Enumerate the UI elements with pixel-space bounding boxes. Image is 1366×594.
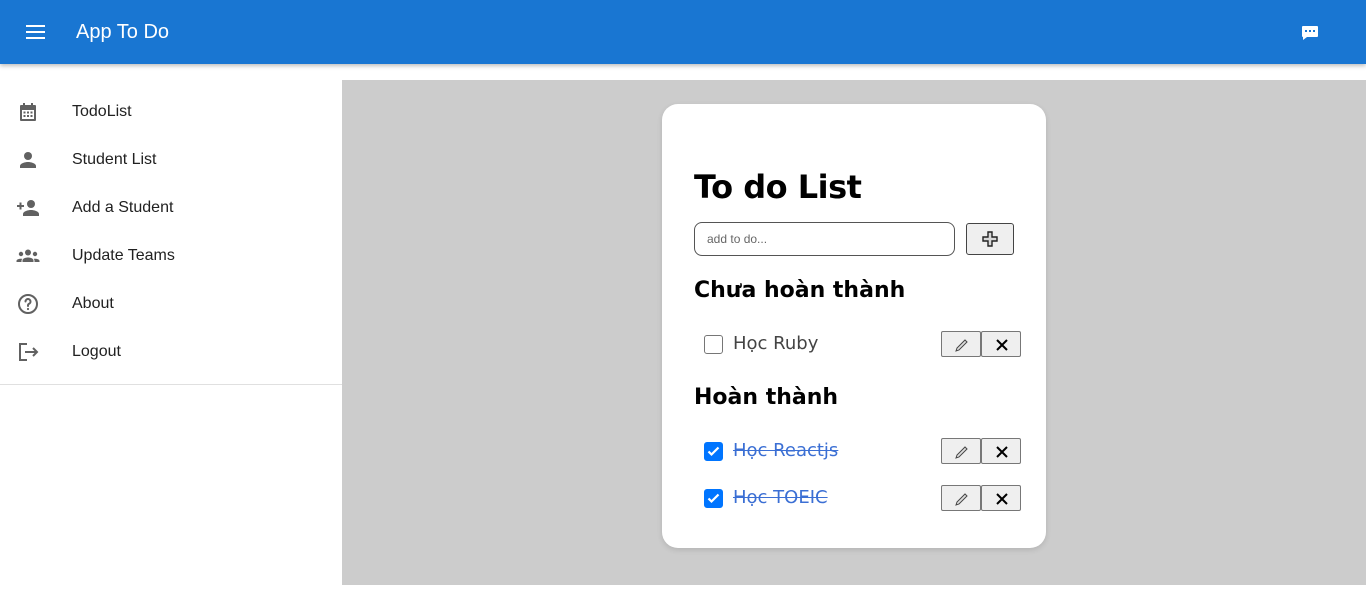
close-icon (996, 339, 1008, 351)
delete-button[interactable] (981, 331, 1021, 357)
close-icon (996, 446, 1008, 458)
pencil-icon (955, 339, 968, 352)
sidebar-item-label: Update Teams (72, 247, 175, 264)
sidebar-item-about[interactable]: About (0, 280, 342, 328)
sidebar-item-label: About (72, 295, 114, 312)
sidebar-item-logout[interactable]: Logout (0, 328, 342, 376)
pencil-icon (955, 493, 968, 506)
list-item: Học Ruby (694, 331, 1022, 359)
app-title: App To Do (76, 21, 170, 43)
chat-icon (1302, 26, 1318, 40)
complete-heading: Hoàn thành (694, 385, 839, 410)
list-item: Học TOEIC (694, 485, 1022, 513)
todo-text: Học Reactjs (733, 440, 839, 461)
person-add-icon (17, 200, 39, 216)
todo-checkbox[interactable] (704, 442, 723, 461)
todo-checkbox[interactable] (704, 335, 723, 354)
delete-button[interactable] (981, 438, 1021, 464)
close-icon (996, 493, 1008, 505)
list-item: Học Reactjs (694, 438, 1022, 466)
incomplete-heading: Chưa hoàn thành (694, 278, 906, 303)
person-icon (20, 152, 36, 168)
app-bar: App To Do (0, 0, 1366, 64)
add-todo-button[interactable] (966, 223, 1014, 255)
sidebar-item-add-student[interactable]: Add a Student (0, 184, 342, 232)
sidebar-item-label: Student List (72, 151, 157, 168)
sidebar-divider (0, 384, 342, 385)
sidebar-item-label: TodoList (72, 103, 132, 120)
sidebar-item-todolist[interactable]: TodoList (0, 88, 342, 136)
todo-input[interactable] (694, 222, 955, 256)
logout-icon (19, 343, 39, 361)
todo-checkbox[interactable] (704, 489, 723, 508)
sidebar-item-student-list[interactable]: Student List (0, 136, 342, 184)
sidebar: TodoList Student List Add a Student Upda… (0, 88, 342, 376)
groups-icon (16, 249, 40, 262)
edit-button[interactable] (941, 438, 981, 464)
edit-button[interactable] (941, 331, 981, 357)
todo-text: Học TOEIC (733, 487, 828, 508)
menu-button[interactable] (16, 12, 56, 52)
main-content: To do List Chưa hoàn thành Học Ruby Hoàn (342, 80, 1366, 585)
help-circle-icon (18, 294, 38, 314)
plus-icon (982, 231, 998, 247)
chat-button[interactable] (1296, 18, 1324, 46)
pencil-icon (955, 446, 968, 459)
todo-card: To do List Chưa hoàn thành Học Ruby Hoàn (662, 104, 1046, 548)
page-title: To do List (694, 168, 862, 206)
sidebar-item-label: Logout (72, 343, 121, 360)
sidebar-item-label: Add a Student (72, 199, 174, 216)
delete-button[interactable] (981, 485, 1021, 511)
todo-text: Học Ruby (733, 333, 819, 354)
calendar-icon (20, 103, 36, 121)
edit-button[interactable] (941, 485, 981, 511)
sidebar-item-update-teams[interactable]: Update Teams (0, 232, 342, 280)
